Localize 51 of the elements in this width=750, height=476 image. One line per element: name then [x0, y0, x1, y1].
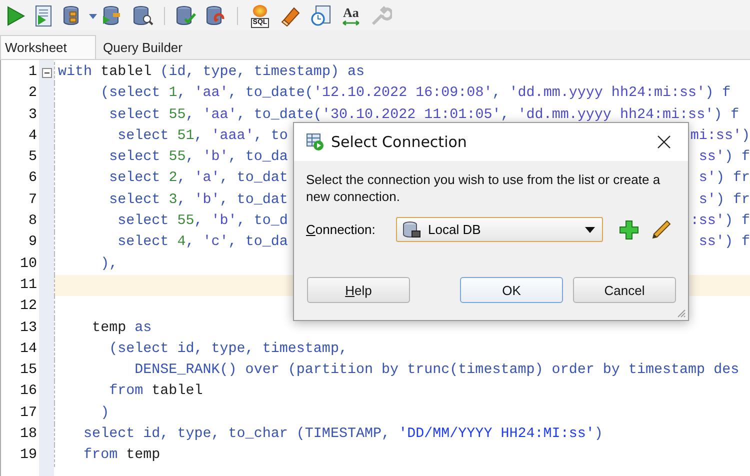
- code-line: select 55, 'b', to_d: [116, 212, 288, 232]
- code-line: ss') f: [698, 233, 750, 252]
- code-line: ): [100, 404, 110, 423]
- code-line: select id, type, to_char (TIMESTAMP, 'DD/MM/YYYY HH24:MI:ss'): [82, 425, 603, 444]
- connection-label: Connection:: [306, 222, 376, 237]
- code-line: temp as: [91, 318, 152, 338]
- code-line: select 2, 'a', to_dat: [108, 169, 288, 188]
- code-line: mi:ss'): [690, 126, 750, 146]
- code-line: select 55, 'b', to_da: [108, 148, 288, 168]
- line-number: 17: [18, 404, 37, 423]
- line-number: 1: [27, 63, 37, 82]
- line-number: 12: [18, 297, 37, 316]
- code-line: ss') f: [698, 148, 750, 168]
- code-line: select 55, 'aa', to_date('30.10.2022 11:01:05', 'dd.mm.yyyy hh24:mi:ss') f: [108, 106, 740, 125]
- line-number: 2: [27, 84, 37, 104]
- code-line: from tablel: [108, 382, 203, 402]
- dialog-button[interactable]: OK: [460, 277, 563, 303]
- line-number: 16: [18, 382, 37, 402]
- line-number: 11: [18, 276, 37, 295]
- code-line: with tablel (id, type, timestamp) as: [58, 63, 365, 82]
- editor-tab[interactable]: Worksheet: [0, 35, 96, 59]
- line-number: 18: [18, 425, 37, 444]
- code-line: select 4, 'c', to_da: [116, 233, 288, 252]
- code-line: select 51, 'aaa', to: [116, 126, 288, 146]
- line-number: 15: [18, 361, 37, 380]
- dialog-title: Select Connection: [331, 133, 468, 151]
- line-number: 19: [18, 446, 37, 466]
- code-line: s') fr: [698, 190, 750, 210]
- line-number: 3: [27, 106, 37, 125]
- code-line: select 3, 'b', to_dat: [108, 190, 288, 210]
- line-number: 4: [27, 126, 37, 146]
- code-line: ),: [100, 254, 118, 274]
- code-line: DENSE_RANK() over (partition by trunc(timestamp) order by timestamp des: [134, 361, 740, 380]
- line-number: 14: [18, 340, 37, 359]
- line-number: 13: [18, 318, 37, 338]
- dialog-button[interactable]: Help: [307, 277, 410, 303]
- dialog-message: Select the connection you wish to use from the list or create a new connection.: [306, 171, 662, 205]
- line-number: 5: [27, 148, 37, 168]
- code-line: from temp: [82, 446, 160, 466]
- code-line: :ss') f: [690, 212, 750, 232]
- line-number: 10: [18, 254, 37, 274]
- line-number: 7: [27, 190, 37, 210]
- line-number: 6: [27, 169, 37, 188]
- connection-dropdown[interactable]: Local DB: [396, 217, 603, 242]
- code-line: (select id, type, timestamp,: [108, 340, 348, 359]
- line-number: 8: [27, 212, 37, 232]
- code-line: s') fr: [698, 169, 750, 188]
- code-line: (select 1, 'aa', to_date('12.10.2022 16:09:08', 'dd.mm.yyyy hh24:mi:ss') f: [100, 84, 731, 104]
- dialog-button[interactable]: Cancel: [573, 277, 676, 303]
- line-number: 9: [27, 233, 37, 252]
- editor-tab[interactable]: Query Builder: [98, 35, 188, 59]
